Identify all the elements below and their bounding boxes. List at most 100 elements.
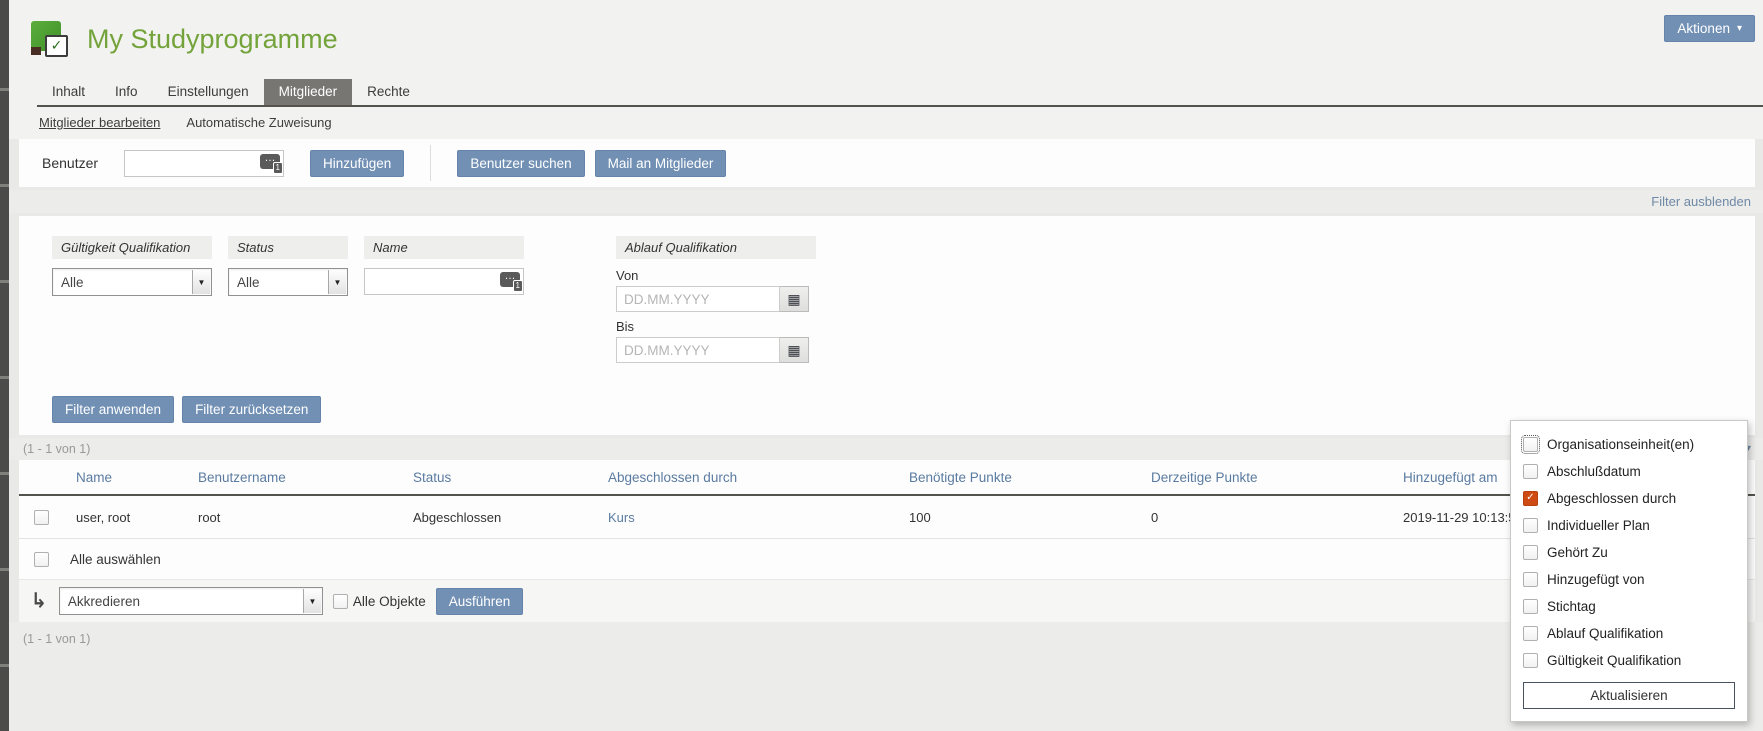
option-label: Ablauf Qualifikation — [1547, 626, 1663, 641]
option-label: Stichtag — [1547, 599, 1596, 614]
filter-col-status: Status Alle ▼ — [228, 236, 348, 296]
tab-info[interactable]: Info — [100, 79, 153, 105]
column-option-individueller-plan[interactable]: ✓ Individueller Plan — [1523, 512, 1735, 539]
col-header-derzeitige-punkte[interactable]: Derzeitige Punkte — [1151, 470, 1403, 485]
checkbox[interactable]: ✓ — [1523, 491, 1538, 506]
result-count-top: (1 - 1 von 1) — [23, 442, 90, 456]
col-header-status[interactable]: Status — [413, 470, 608, 485]
column-option-gueltigkeit-qualifikation[interactable]: ✓ Gültigkeit Qualifikation — [1523, 647, 1735, 674]
select-value: Alle — [237, 275, 260, 290]
von-label: Von — [616, 268, 816, 283]
checkbox[interactable]: ✓ — [1523, 518, 1538, 533]
option-label: Gehört Zu — [1547, 545, 1608, 560]
bis-date-input[interactable] — [616, 337, 780, 363]
checkbox[interactable]: ✓ — [1523, 572, 1538, 587]
divider — [430, 145, 431, 181]
option-label: Organisationseinheit(en) — [1547, 437, 1694, 452]
alle-objekte-checkbox[interactable]: ✓ — [333, 594, 348, 609]
result-count-bottom: (1 - 1 von 1) — [23, 632, 90, 646]
column-option-abschlussdatum[interactable]: ✓ Abschlußdatum — [1523, 458, 1735, 485]
bulk-action-select[interactable]: Akkredieren ▼ — [59, 587, 323, 615]
cell-status: Abgeschlossen — [413, 510, 608, 525]
column-option-ablauf-qualifikation[interactable]: ✓ Ablauf Qualifikation — [1523, 620, 1735, 647]
table-footer-area: (1 - 1 von 1) — [9, 622, 1763, 731]
von-datefield: ▦ — [616, 286, 816, 312]
tab-inhalt[interactable]: Inhalt — [37, 79, 100, 105]
ausfuehren-button[interactable]: Ausführen — [436, 588, 524, 615]
gueltigkeit-qualifikation-select[interactable]: Alle ▼ — [52, 268, 212, 296]
caret-down-icon: ▾ — [1737, 24, 1742, 34]
checkbox[interactable]: ✓ — [1523, 653, 1538, 668]
cell-name: user, root — [76, 510, 198, 525]
table-header-row: Name Benutzername Status Abgeschlossen d… — [19, 460, 1755, 496]
bulk-action-row: ↳ Akkredieren ▼ ✓ Alle Objekte Ausführen — [19, 579, 1755, 622]
benutzer-input-wrap: … 1 — [124, 150, 284, 177]
cell-required-points: 100 — [909, 510, 1151, 525]
filter-col-ablauf: Ablauf Qualifikation Von ▦ Bis ▦ — [616, 236, 816, 370]
logo-corner — [31, 47, 41, 55]
checkbox[interactable]: ✓ — [1523, 545, 1538, 560]
subnav-mitglieder-bearbeiten[interactable]: Mitglieder bearbeiten — [39, 115, 160, 130]
col-header-benutzername[interactable]: Benutzername — [198, 470, 413, 485]
checkbox[interactable]: ✓ — [1523, 626, 1538, 641]
tab-einstellungen[interactable]: Einstellungen — [153, 79, 264, 105]
filter-col-gueltigkeit: Gültigkeit Qualifikation Alle ▼ — [52, 236, 212, 296]
page-header: ✓ My Studyprogramme Aktionen ▾ — [9, 13, 1763, 65]
filter-label-ablauf: Ablauf Qualifikation — [616, 236, 816, 259]
column-option-abgeschlossen-durch[interactable]: ✓ Abgeschlossen durch — [1523, 485, 1735, 512]
tab-rechte[interactable]: Rechte — [352, 79, 425, 105]
select-value: Akkredieren — [68, 594, 140, 609]
cell-completed-by-link[interactable]: Kurs — [608, 510, 909, 525]
row-checkbox[interactable]: ✓ — [34, 510, 49, 525]
column-option-gehoert-zu[interactable]: ✓ Gehört Zu — [1523, 539, 1735, 566]
von-calendar-button[interactable]: ▦ — [780, 286, 809, 312]
column-option-hinzugefuegt-von[interactable]: ✓ Hinzugefügt von — [1523, 566, 1735, 593]
alle-objekte-label: Alle Objekte — [353, 594, 426, 609]
filter-zuruecksetzen-button[interactable]: Filter zurücksetzen — [182, 396, 321, 423]
col-header-abgeschlossen-durch[interactable]: Abgeschlossen durch — [608, 470, 909, 485]
level-down-icon: ↳ — [31, 588, 47, 613]
tab-mitglieder[interactable]: Mitglieder — [264, 79, 353, 105]
sub-navigation: Mitglieder bearbeiten Automatische Zuwei… — [9, 107, 1763, 139]
benutzer-suchen-button[interactable]: Benutzer suchen — [457, 150, 584, 177]
filter-label-status: Status — [228, 236, 348, 259]
filter-anwenden-button[interactable]: Filter anwenden — [52, 396, 174, 423]
von-date-input[interactable] — [616, 286, 780, 312]
subnav-automatische-zuweisung[interactable]: Automatische Zuweisung — [186, 115, 331, 130]
page: ✓ My Studyprogramme Aktionen ▾ Inhalt In… — [0, 0, 1763, 731]
main-content: ✓ My Studyprogramme Aktionen ▾ Inhalt In… — [9, 0, 1763, 731]
checkbox[interactable]: ✓ — [1523, 464, 1538, 479]
column-option-stichtag[interactable]: ✓ Stichtag — [1523, 593, 1735, 620]
left-edge-panel[interactable] — [0, 0, 9, 731]
tab-bar: Inhalt Info Einstellungen Mitglieder Rec… — [37, 79, 1763, 107]
select-value: Alle — [61, 275, 84, 290]
calendar-icon: ▦ — [787, 292, 800, 306]
filter-label-gueltigkeit: Gültigkeit Qualifikation — [52, 236, 212, 259]
status-select[interactable]: Alle ▼ — [228, 268, 348, 296]
checkbox[interactable]: ✓ — [1523, 599, 1538, 614]
select-all-checkbox[interactable]: ✓ — [34, 552, 49, 567]
members-table: Name Benutzername Status Abgeschlossen d… — [19, 460, 1755, 622]
table-row: ✓ user, root root Abgeschlossen Kurs 100… — [19, 496, 1755, 539]
select-all-label: Alle auswählen — [70, 552, 161, 567]
option-label: Individueller Plan — [1547, 518, 1650, 533]
bis-calendar-button[interactable]: ▦ — [780, 337, 809, 363]
aktionen-button[interactable]: Aktionen ▾ — [1664, 15, 1755, 42]
option-label: Abgeschlossen durch — [1547, 491, 1676, 506]
col-header-benoetigte-punkte[interactable]: Benötigte Punkte — [909, 470, 1151, 485]
aktualisieren-button[interactable]: Aktualisieren — [1523, 682, 1735, 709]
checkbox[interactable]: ✓ — [1523, 437, 1538, 452]
page-title: My Studyprogramme — [87, 24, 338, 55]
filter-panel: Gültigkeit Qualifikation Alle ▼ Status A… — [19, 216, 1755, 435]
mail-an-mitglieder-button[interactable]: Mail an Mitglieder — [595, 150, 727, 177]
aktionen-label: Aktionen — [1677, 21, 1730, 36]
dropdown-arrow-icon: ▼ — [192, 270, 210, 294]
column-option-organisationseinheiten[interactable]: ✓ Organisationseinheit(en) — [1523, 431, 1735, 458]
benutzer-label: Benutzer — [19, 155, 124, 171]
col-header-name[interactable]: Name — [76, 470, 198, 485]
cell-current-points: 0 — [1151, 510, 1403, 525]
name-input-wrap: … 1 — [364, 268, 524, 295]
option-label: Abschlußdatum — [1547, 464, 1641, 479]
filter-ausblenden-link[interactable]: Filter ausblenden — [1651, 194, 1751, 209]
hinzufuegen-button[interactable]: Hinzufügen — [310, 150, 404, 177]
